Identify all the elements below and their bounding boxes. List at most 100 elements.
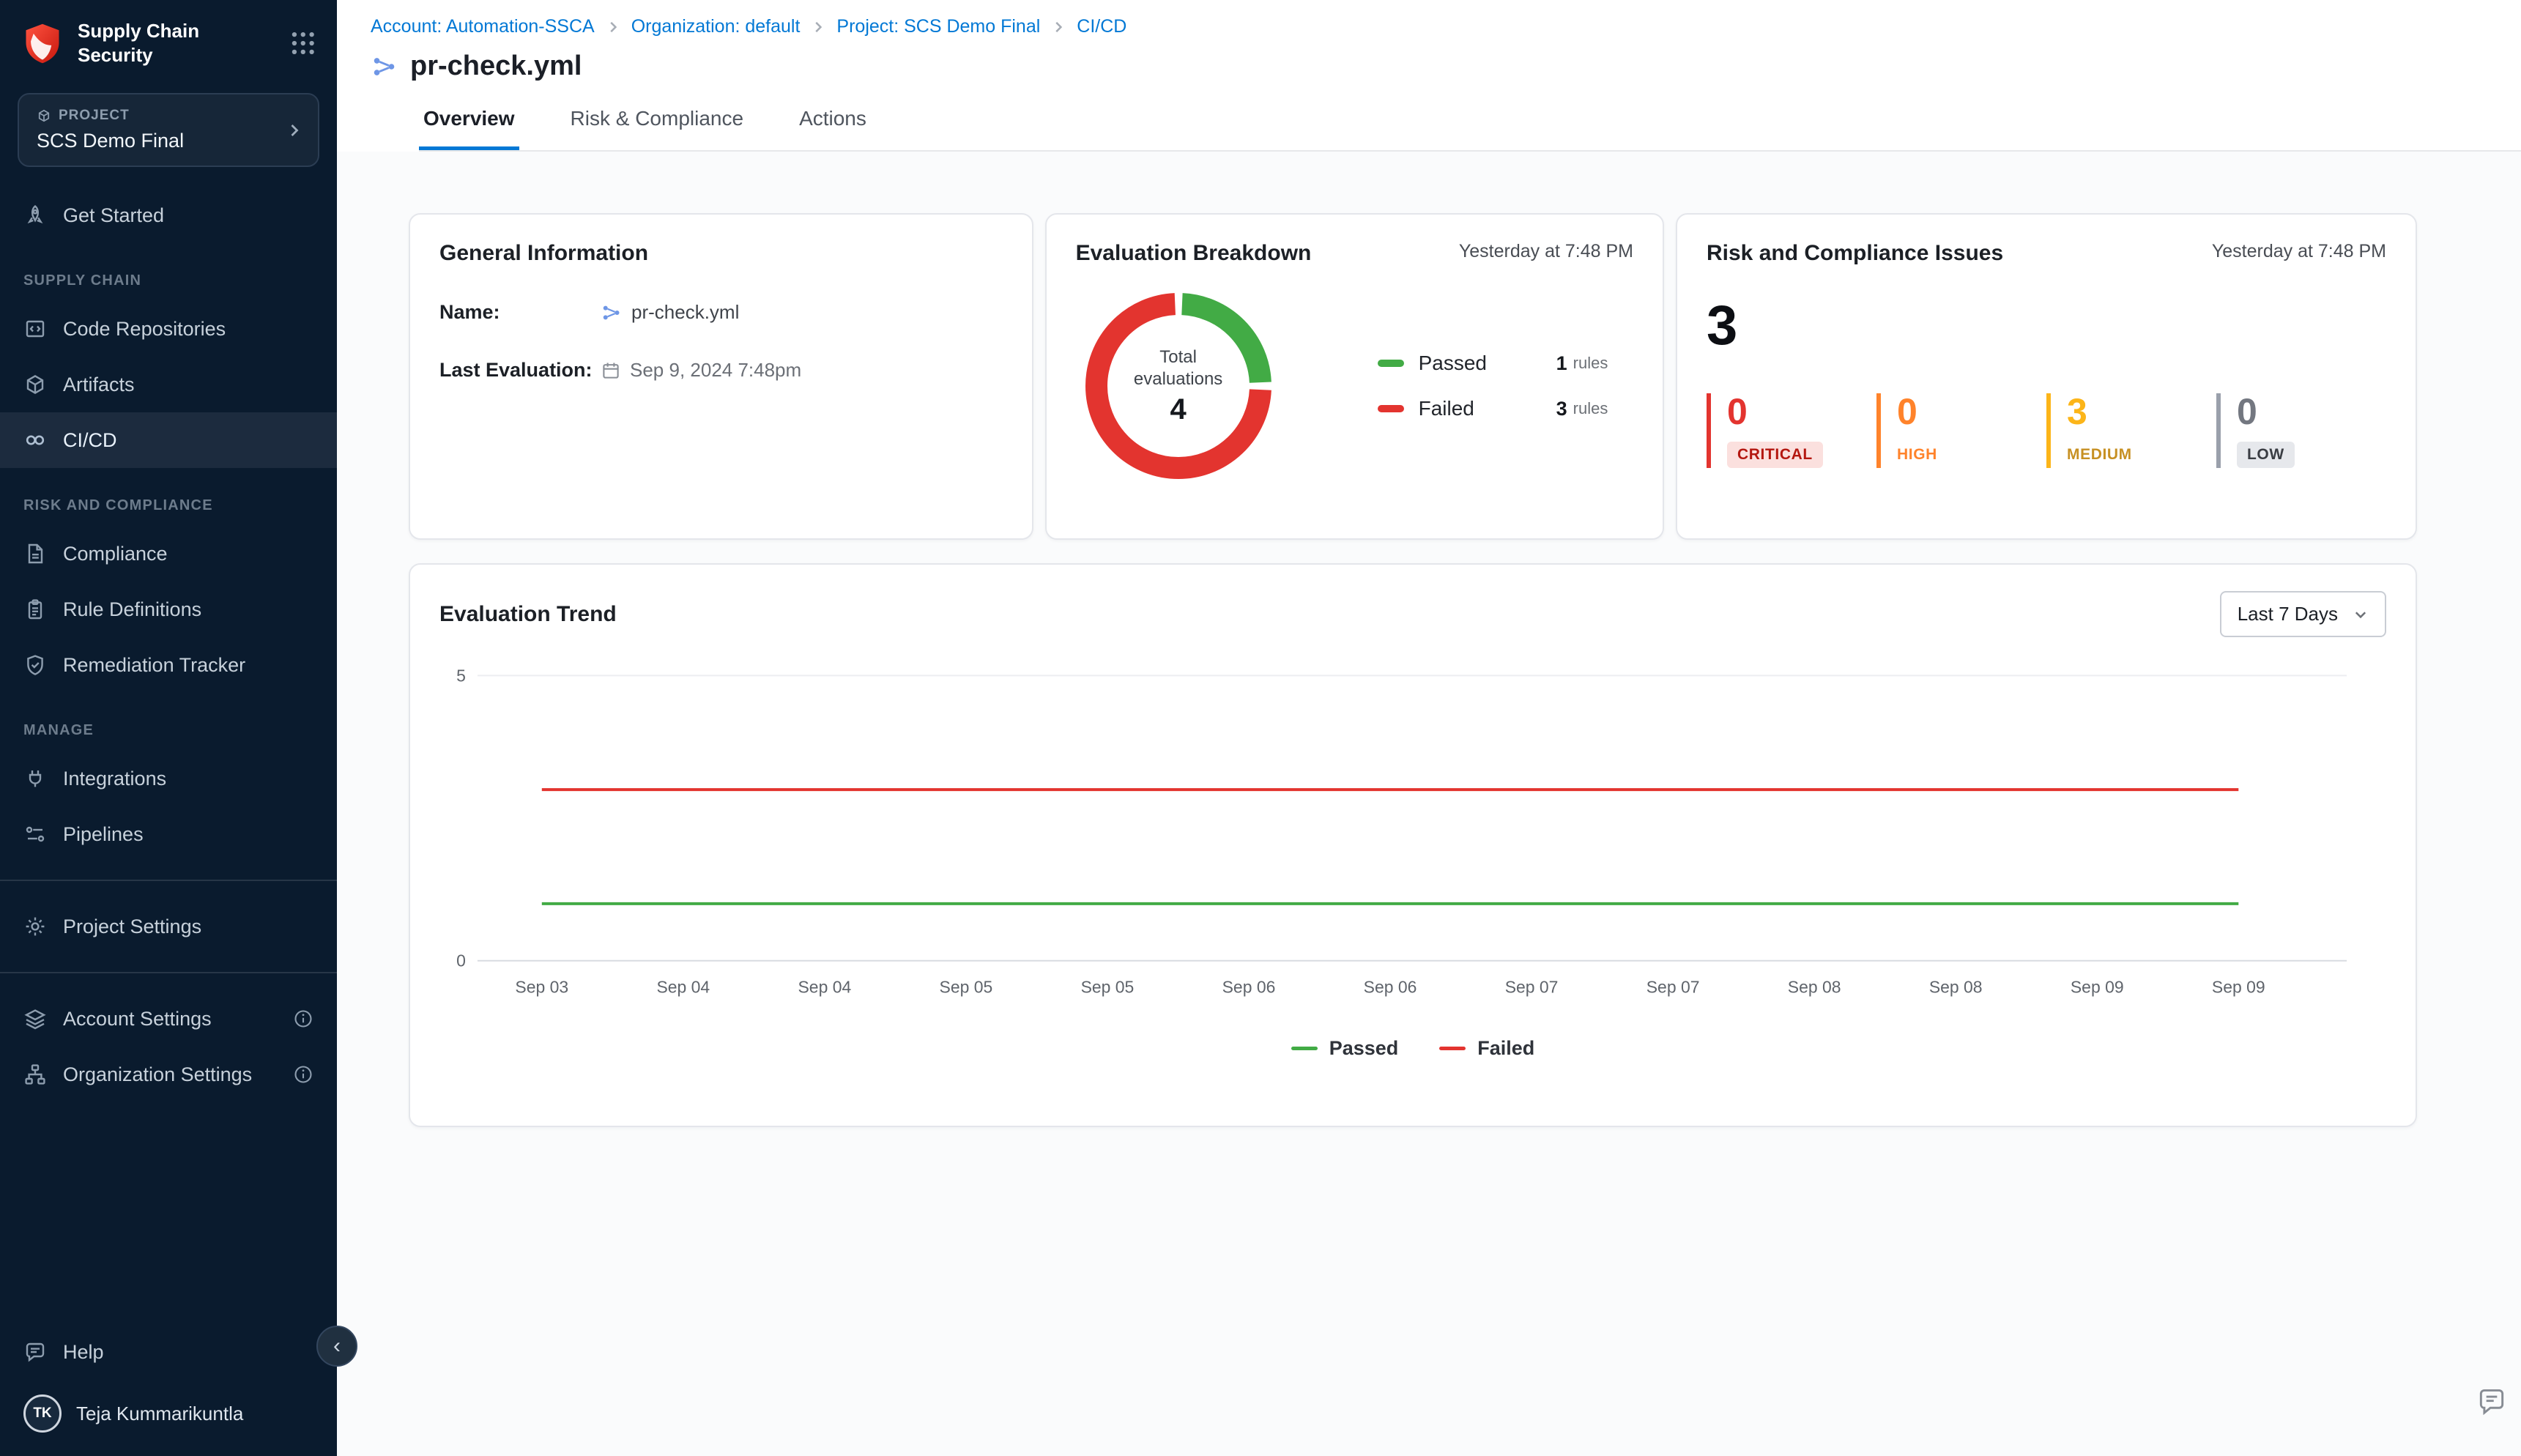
nav-section-manage: MANAGE	[0, 693, 337, 751]
name-value: pr-check.yml	[631, 301, 739, 324]
date-range-select[interactable]: Last 7 Days	[2220, 591, 2386, 637]
severity-badge: MEDIUM	[2067, 442, 2132, 468]
trend-legend: Passed Failed	[439, 1037, 2386, 1060]
card-timestamp: Yesterday at 7:48 PM	[1459, 241, 1633, 262]
last-evaluation-label: Last Evaluation:	[439, 359, 601, 382]
chevron-right-icon	[810, 19, 826, 35]
severity-critical: 0 CRITICAL	[1707, 393, 1876, 468]
failed-line-swatch	[1439, 1047, 1466, 1050]
project-selector-value: SCS Demo Final	[37, 130, 300, 152]
evaluation-breakdown-card: Evaluation Breakdown Yesterday at 7:48 P…	[1045, 213, 1664, 540]
rocket-icon	[23, 204, 47, 227]
sidebar-item-code-repositories[interactable]: Code Repositories	[0, 301, 337, 357]
evaluations-donut-chart: Total evaluations 4	[1076, 283, 1281, 489]
sidebar-divider	[0, 880, 337, 881]
last-evaluation-row: Last Evaluation: Sep 9, 2024 7:48pm	[439, 359, 1003, 382]
card-title: Evaluation Trend	[439, 602, 617, 627]
user-menu[interactable]: TK Teja Kummarikuntla	[0, 1380, 337, 1433]
severity-row: 0 CRITICAL 0 HIGH 3 MEDIUM 0	[1707, 393, 2386, 468]
severity-high: 0 HIGH	[1876, 393, 2046, 468]
sidebar-item-remediation-tracker[interactable]: Remediation Tracker	[0, 637, 337, 693]
sidebar-footer: Help TK Teja Kummarikuntla	[0, 1324, 337, 1456]
severity-low: 0 LOW	[2216, 393, 2386, 468]
sidebar-collapse-button[interactable]: ‹	[316, 1326, 357, 1367]
chevron-right-icon	[605, 19, 621, 35]
sidebar-item-organization-settings[interactable]: Organization Settings	[0, 1047, 337, 1102]
sidebar-item-artifacts[interactable]: Artifacts	[0, 357, 337, 412]
topbar: Account: Automation-SSCA Organization: d…	[337, 0, 2521, 152]
sidebar-item-rule-definitions[interactable]: Rule Definitions	[0, 582, 337, 637]
chevron-right-icon	[284, 120, 305, 141]
project-selector-label: PROJECT	[37, 108, 300, 124]
severity-medium: 3 MEDIUM	[2046, 393, 2216, 468]
pipelines-icon	[23, 822, 47, 846]
donut-center-value: 4	[1170, 393, 1186, 426]
sidebar-item-project-settings[interactable]: Project Settings	[0, 899, 337, 954]
card-title: Evaluation Breakdown	[1076, 241, 1312, 266]
page-header: pr-check.yml	[371, 51, 2521, 82]
svg-text:Sep 08: Sep 08	[1788, 978, 1841, 997]
sidebar-item-help[interactable]: Help	[0, 1324, 337, 1380]
svg-text:Sep 03: Sep 03	[515, 978, 568, 997]
svg-text:5: 5	[456, 666, 466, 685]
app-logo-shield-icon	[21, 21, 64, 65]
org-hierarchy-icon	[23, 1063, 47, 1086]
legend-passed: Passed 1 rules	[1378, 352, 1608, 375]
svg-text:Sep 05: Sep 05	[1081, 978, 1135, 997]
tab-bar: Overview Risk & Compliance Actions	[419, 94, 2521, 152]
svg-text:Sep 04: Sep 04	[798, 978, 852, 997]
breadcrumb-organization[interactable]: Organization: default	[631, 16, 801, 37]
breadcrumb-account[interactable]: Account: Automation-SSCA	[371, 16, 595, 37]
sidebar-item-get-started[interactable]: Get Started	[0, 187, 337, 243]
chevron-left-icon: ‹	[333, 1334, 341, 1359]
trend-legend-passed: Passed	[1291, 1037, 1399, 1060]
info-icon	[293, 1064, 313, 1085]
severity-badge: HIGH	[1897, 442, 1937, 468]
donut-center: Total evaluations 4	[1076, 283, 1281, 489]
project-selector[interactable]: PROJECT SCS Demo Final	[18, 93, 319, 167]
risk-compliance-issues-card: Risk and Compliance Issues Yesterday at …	[1676, 213, 2417, 540]
sidebar-item-compliance[interactable]: Compliance	[0, 526, 337, 582]
evaluation-trend-card: Evaluation Trend Last 7 Days 0 5 Sep 03 Sep…	[409, 563, 2417, 1127]
sidebar-item-account-settings[interactable]: Account Settings	[0, 991, 337, 1047]
legend-failed: Failed 3 rules	[1378, 397, 1608, 420]
svg-text:Sep 06: Sep 06	[1222, 978, 1276, 997]
nav-section-supply-chain: SUPPLY CHAIN	[0, 243, 337, 301]
chevron-down-icon	[2353, 606, 2369, 623]
page-title: pr-check.yml	[410, 51, 582, 82]
sidebar-item-pipelines[interactable]: Pipelines	[0, 806, 337, 862]
sidebar-item-integrations[interactable]: Integrations	[0, 751, 337, 806]
sidebar-item-cicd[interactable]: CI/CD	[0, 412, 337, 468]
failed-swatch	[1378, 405, 1404, 412]
svg-text:Sep 06: Sep 06	[1364, 978, 1417, 997]
sidebar-nav: Get Started SUPPLY CHAIN Code Repositori…	[0, 176, 337, 1102]
breadcrumb: Account: Automation-SSCA Organization: d…	[371, 16, 2521, 37]
apps-grid-icon[interactable]	[290, 30, 316, 56]
card-title: Risk and Compliance Issues	[1707, 241, 2003, 266]
chat-help-icon[interactable]	[2476, 1386, 2508, 1418]
passed-swatch	[1378, 360, 1404, 367]
general-information-card: General Information Name: pr-check.yml	[409, 213, 1033, 540]
svg-text:0: 0	[456, 951, 466, 970]
breadcrumb-cicd[interactable]: CI/CD	[1077, 16, 1126, 37]
name-row: Name: pr-check.yml	[439, 301, 1003, 324]
svg-text:Sep 09: Sep 09	[2071, 978, 2124, 997]
screen: Supply Chain Security PROJECT SCS Demo F…	[0, 0, 2521, 1456]
tab-actions[interactable]: Actions	[795, 94, 871, 150]
passed-line-swatch	[1291, 1047, 1318, 1050]
tab-overview[interactable]: Overview	[419, 94, 519, 150]
remediation-icon	[23, 653, 47, 677]
severity-badge: CRITICAL	[1727, 442, 1823, 468]
sidebar: Supply Chain Security PROJECT SCS Demo F…	[0, 0, 337, 1456]
issues-total: 3	[1707, 298, 2386, 354]
tab-risk-compliance[interactable]: Risk & Compliance	[566, 94, 749, 150]
severity-badge: LOW	[2237, 442, 2295, 468]
pipeline-file-icon	[601, 302, 623, 324]
card-timestamp: Yesterday at 7:48 PM	[2212, 241, 2386, 262]
rule-definitions-icon	[23, 598, 47, 621]
pipeline-file-icon	[371, 53, 398, 81]
compliance-icon	[23, 542, 47, 565]
main: Account: Automation-SSCA Organization: d…	[337, 0, 2521, 1456]
breadcrumb-project[interactable]: Project: SCS Demo Final	[836, 16, 1040, 37]
content: General Information Name: pr-check.yml	[337, 152, 2521, 1456]
